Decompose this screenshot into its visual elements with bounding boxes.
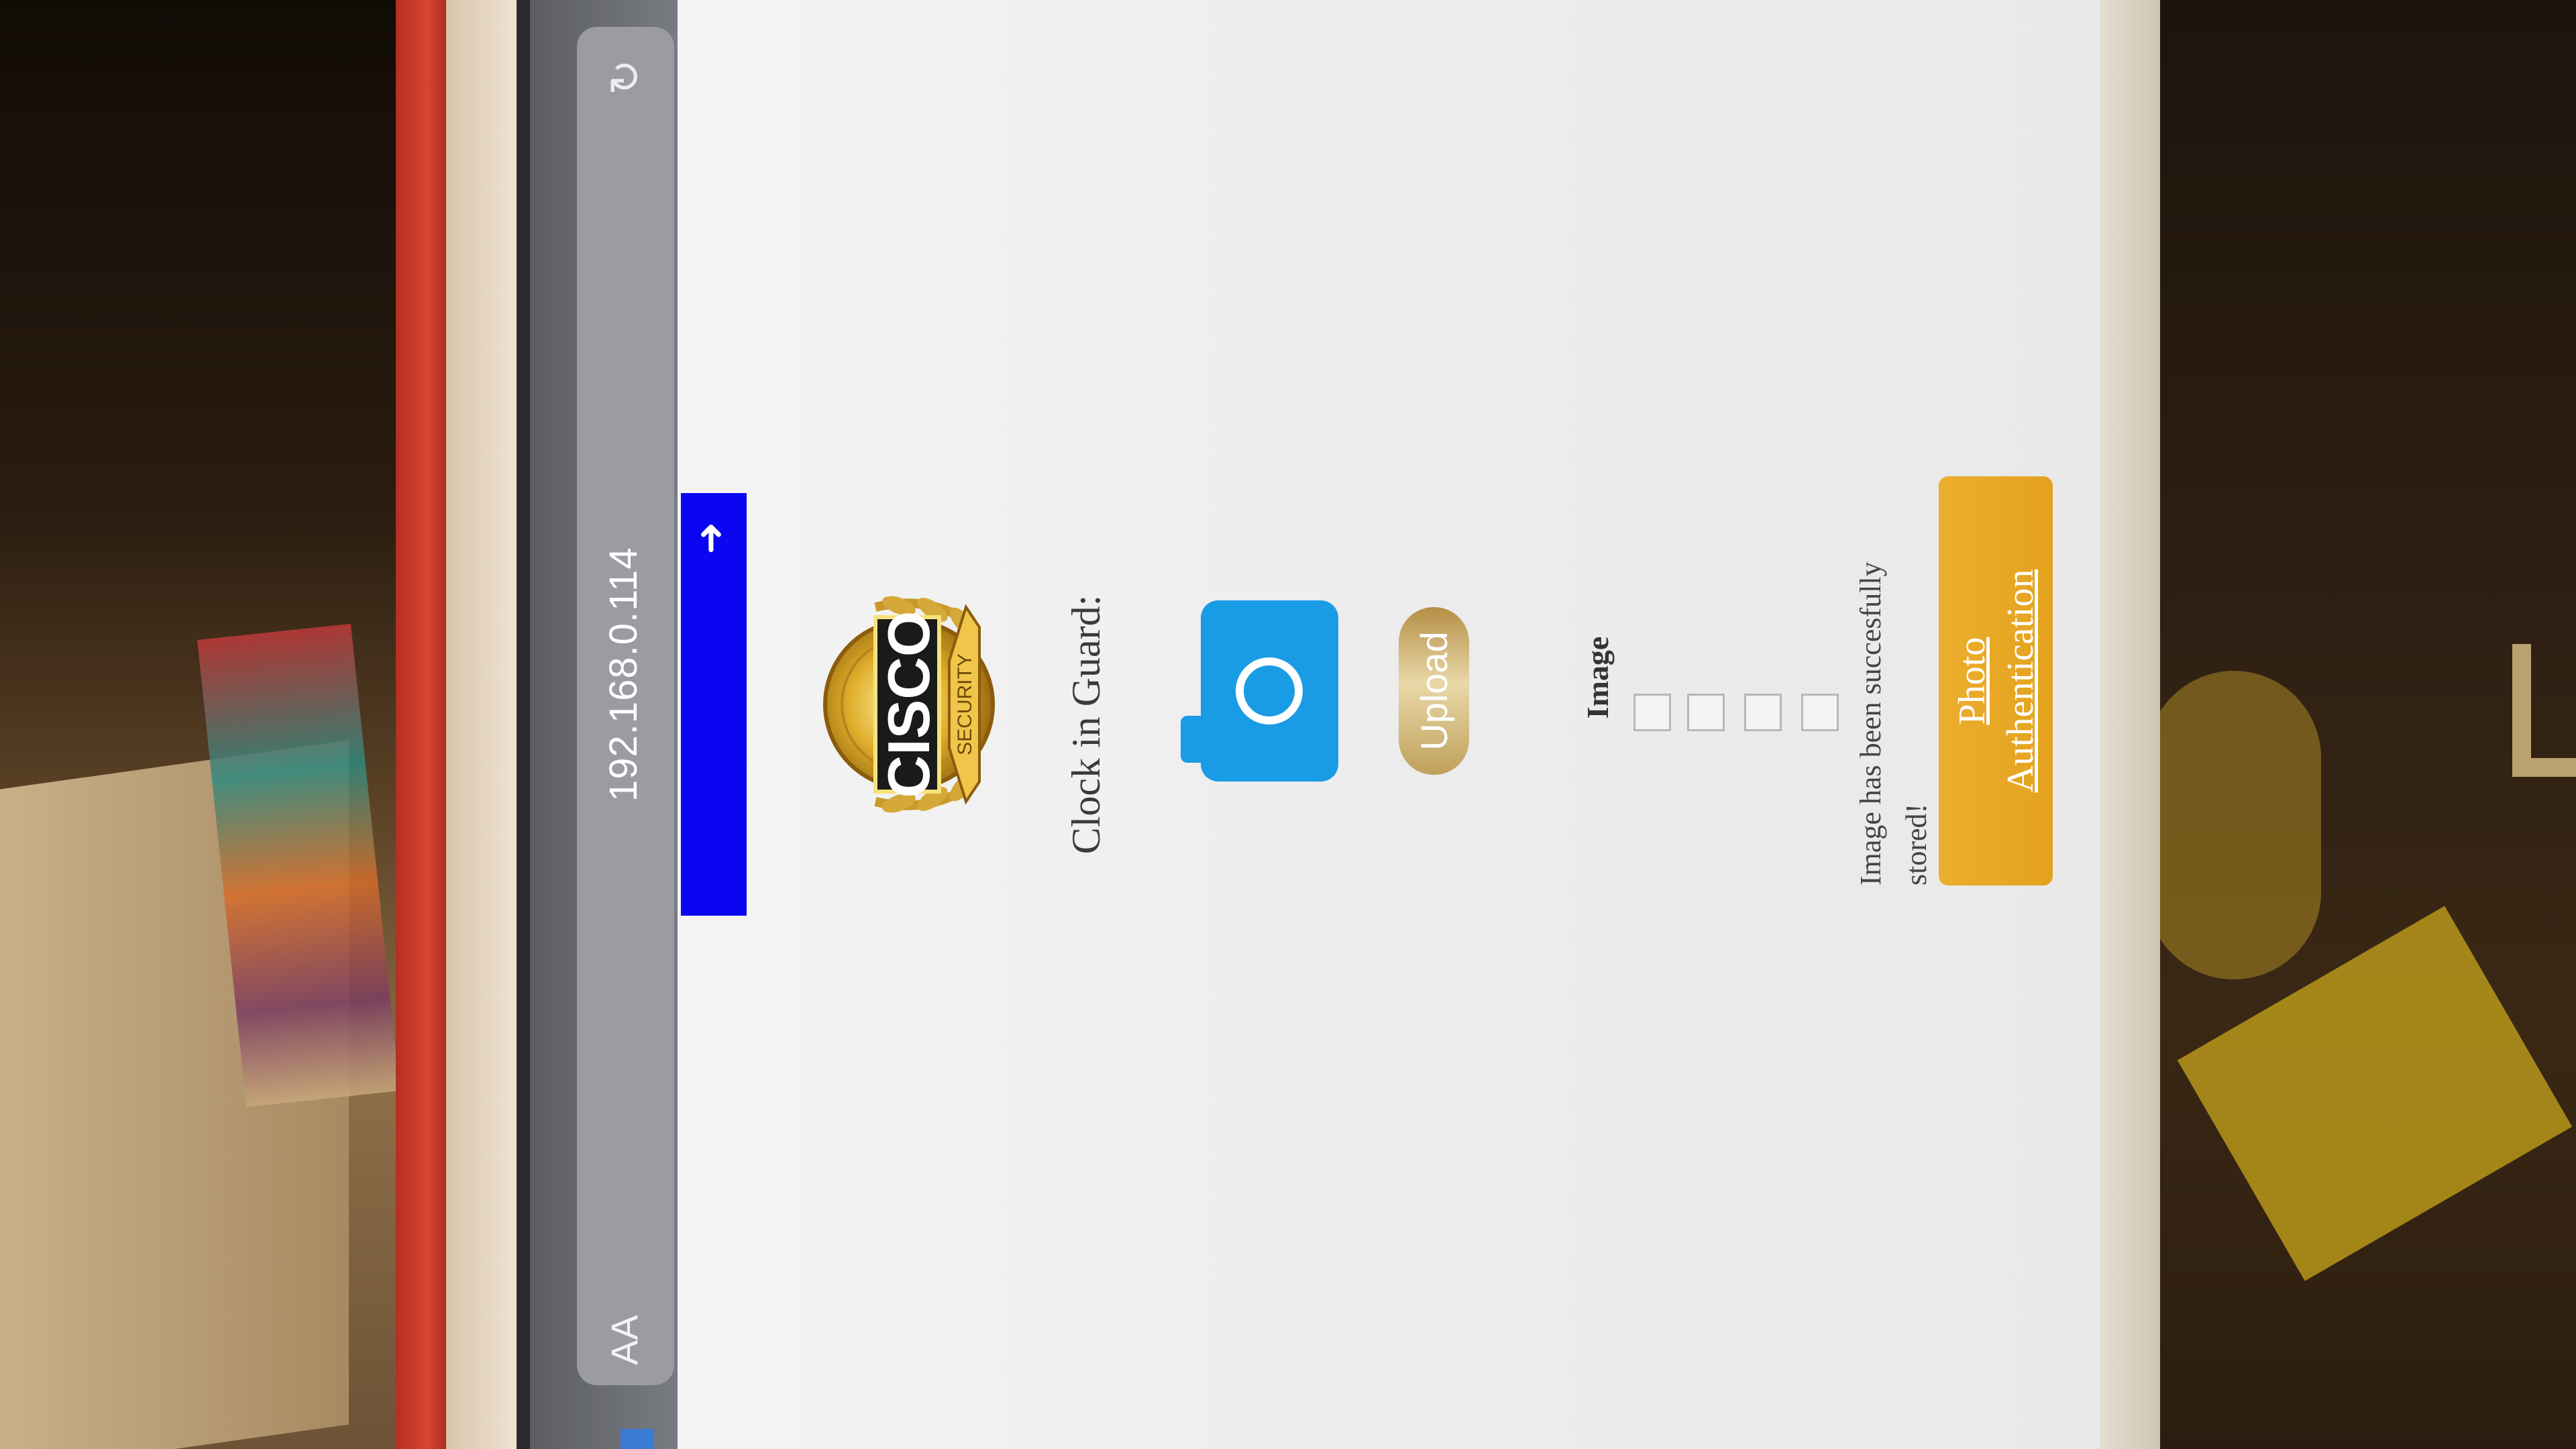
photo-scene: AA 192.168.0.114 ↻ ➜ CISCO SECURITY Cloc… [0,0,2576,1449]
tablet-bezel-left [446,0,520,1449]
image-checkbox-4[interactable] [1801,694,1839,731]
background-shape [2147,671,2321,979]
camera-icon-tab [1181,716,1205,763]
image-checkbox-3[interactable] [1744,694,1782,731]
company-logo: CISCO SECURITY [823,596,995,813]
back-arrow-icon[interactable]: ➜ [687,518,733,558]
logo-tagline-text: SECURITY [954,653,976,755]
logo-brand-text: CISCO [875,611,942,798]
toolbar-edge-indicator [621,1429,654,1449]
clock-in-label: Clock in Guard: [1064,594,1108,855]
background-glyph [2512,644,2576,777]
camera-button[interactable] [1181,600,1338,782]
address-bar-content: AA 192.168.0.114 ↻ [577,27,674,1385]
red-tablet-case [396,0,449,1449]
reader-mode-button[interactable]: AA [602,1315,646,1365]
page-content: ➜ CISCO SECURITY Clock in Guard: Upload … [678,0,2100,1449]
photo-authentication-button[interactable]: Photo Authentication [1939,476,2053,885]
url-text[interactable]: 192.168.0.114 [601,547,646,802]
camera-icon [1236,657,1303,724]
image-checkbox-1[interactable] [1633,694,1671,731]
image-label: Image [1580,636,1615,719]
tablet-bezel-right [2096,0,2160,1449]
auth-button-line1: Photo [1951,637,1993,725]
auth-button-line2: Authentication [2000,569,2041,793]
image-checkbox-2[interactable] [1687,694,1725,731]
upload-button[interactable]: Upload [1399,607,1469,775]
reload-icon[interactable]: ↻ [601,54,651,101]
status-message: Image has been succesfully stored! [1854,561,1933,885]
